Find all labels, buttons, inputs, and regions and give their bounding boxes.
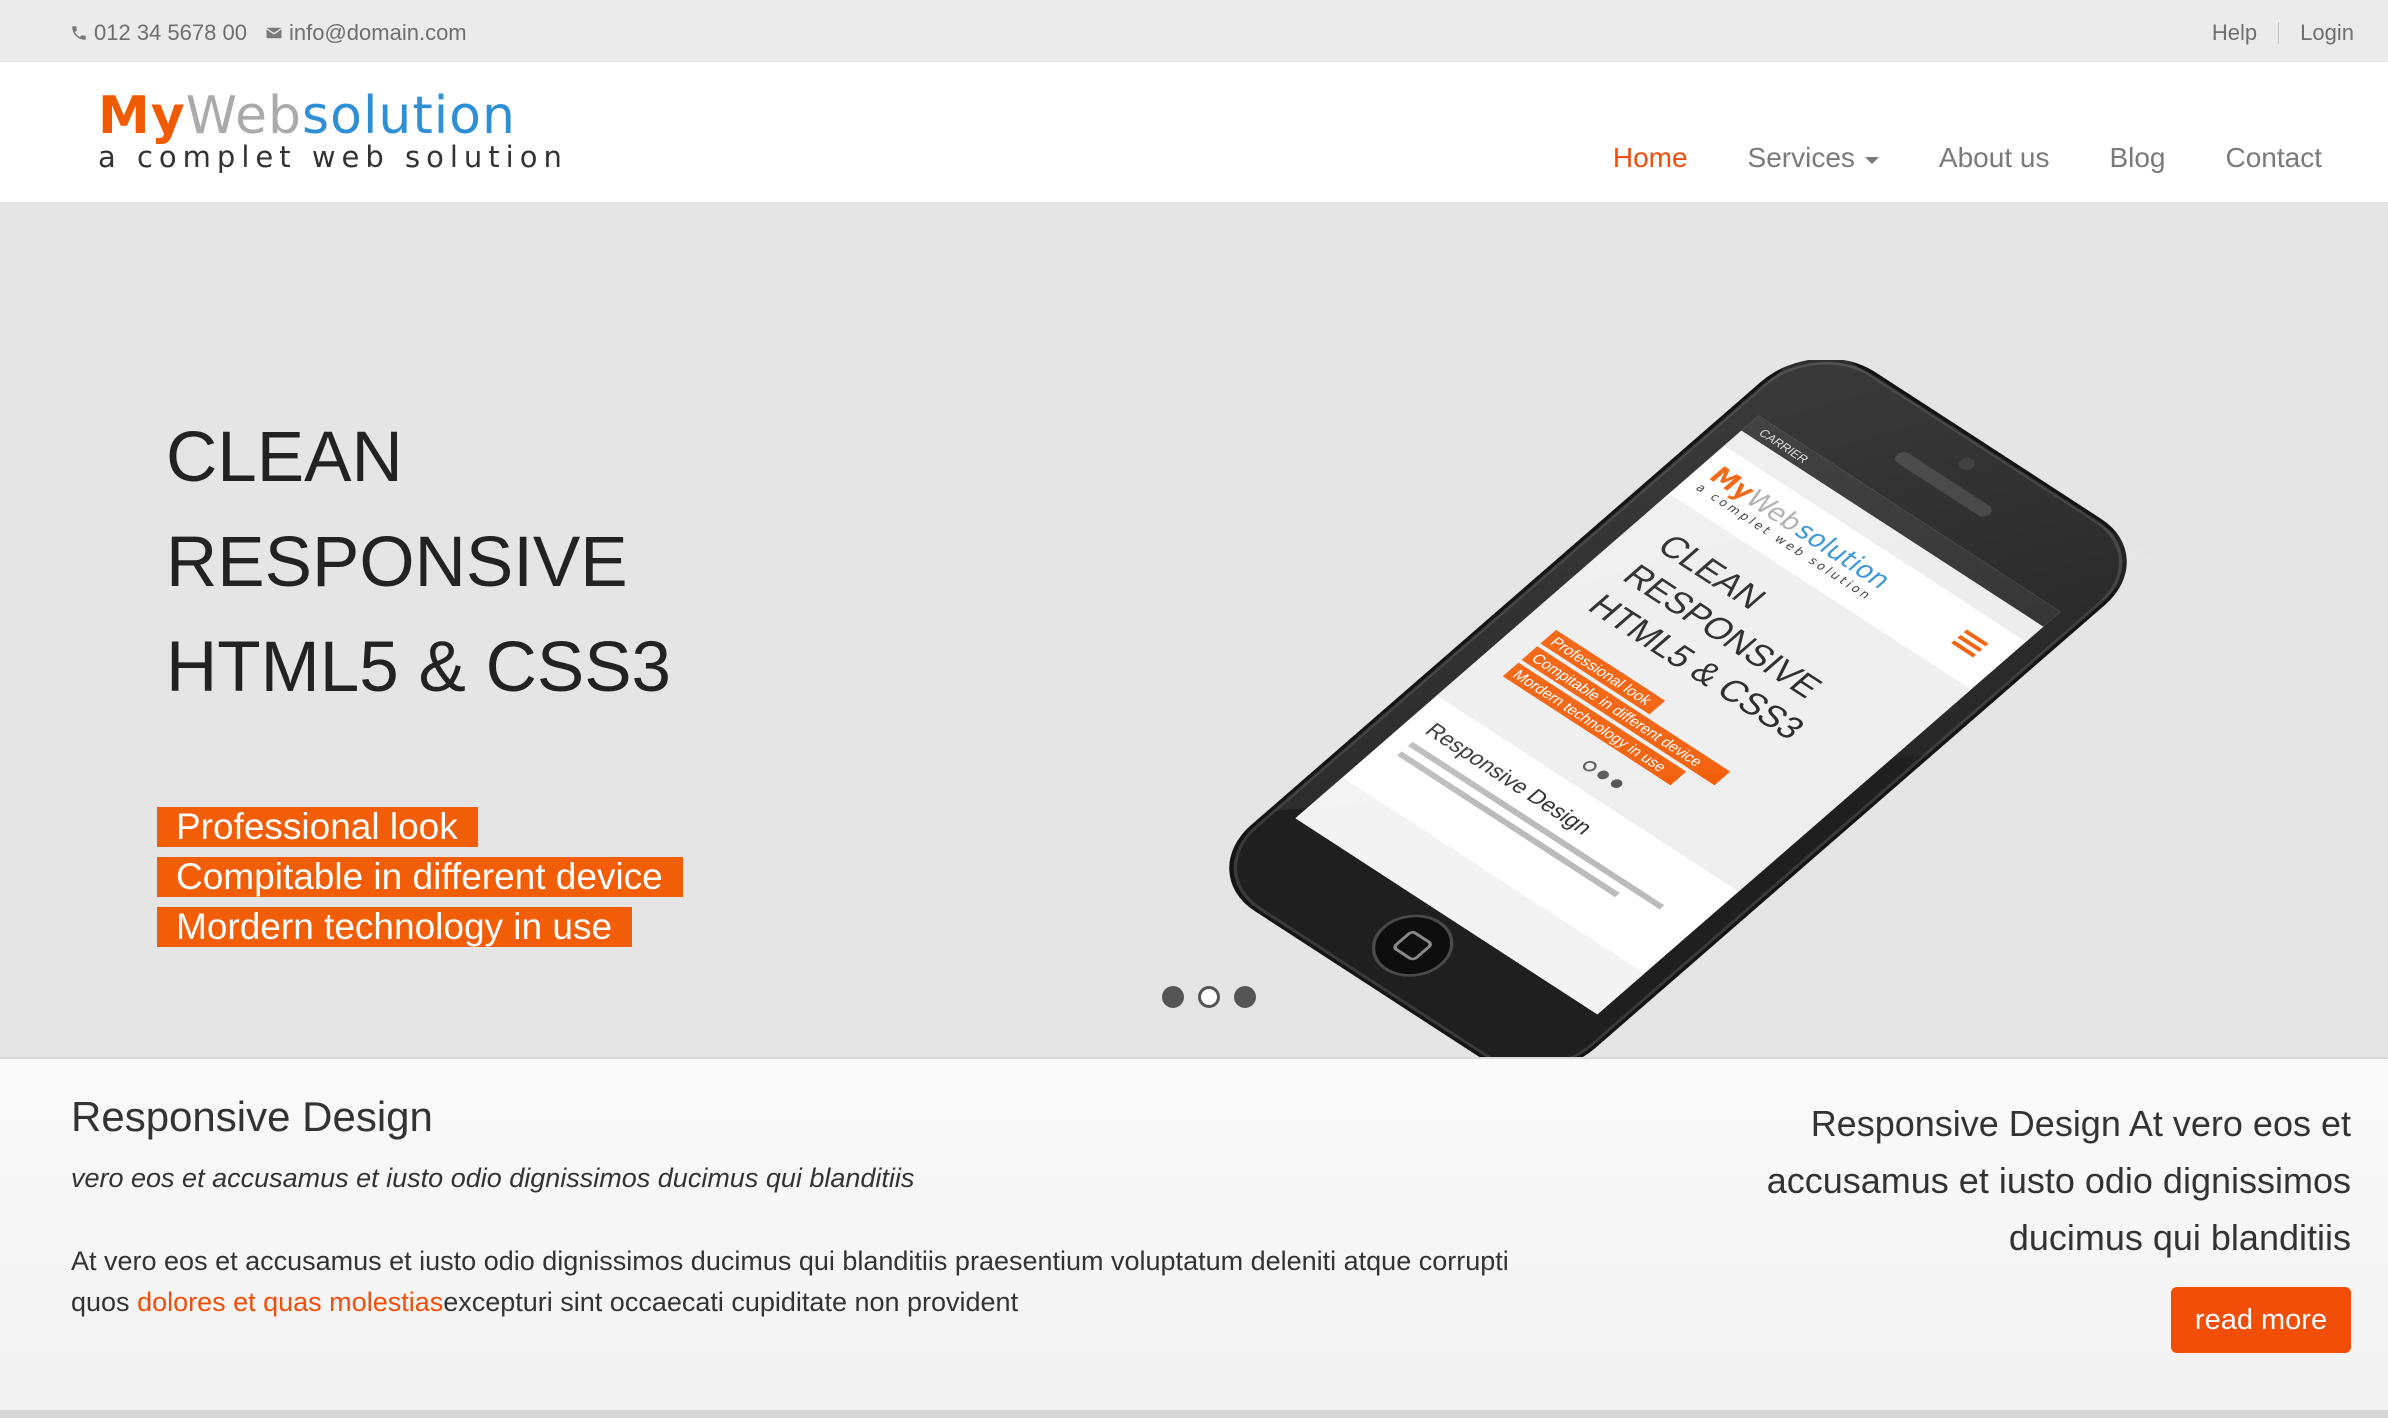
smartphone-image: CARRIER My Web solution a complet web so… (1229, 360, 2152, 1057)
feature-tag: Professional look (157, 807, 478, 847)
headline-line: RESPONSIVE (166, 523, 628, 602)
main-nav: Home Services About us Blog Contact (1553, 142, 2322, 174)
section-body: At vero eos et accusamus et iusto odio d… (71, 1241, 1531, 1323)
logo-web: Web (185, 86, 303, 146)
body-text-end: excepturi sint occaecati cupiditate non … (443, 1287, 1019, 1317)
slide-dot-active[interactable] (1198, 986, 1220, 1008)
nav-services[interactable]: Services (1748, 142, 1879, 174)
site-logo[interactable]: MyWebsolution a complet web solution (98, 86, 562, 178)
phone-icon (72, 26, 86, 40)
logo-wordmark: MyWebsolution (98, 86, 516, 146)
hero-headline: CLEAN RESPONSIVE HTML5 & CSS3 (166, 405, 671, 720)
section-subtitle: vero eos et accusamus et iusto odio dign… (71, 1163, 915, 1193)
headline-line: CLEAN (166, 418, 403, 497)
phone-contact: 012 34 5678 00 (70, 20, 247, 46)
nav-about[interactable]: About us (1939, 142, 2050, 174)
callout-text: Responsive Design At vero eos et accusam… (1766, 1103, 2351, 1258)
site-header: MyWebsolution a complet web solution Hom… (0, 62, 2388, 202)
nav-contact[interactable]: Contact (2226, 142, 2323, 174)
nav-blog[interactable]: Blog (2109, 142, 2165, 174)
hero-slider: CLEAN RESPONSIVE HTML5 & CSS3 Profession… (0, 202, 2388, 1057)
feature-tag: Compitable in different device (157, 857, 683, 897)
help-link[interactable]: Help (2212, 20, 2257, 46)
body-link[interactable]: dolores et quas molestias (137, 1287, 443, 1317)
headline-line: HTML5 & CSS3 (166, 628, 672, 707)
phone-number: 012 34 5678 00 (94, 20, 247, 45)
account-links: Help Login (2212, 20, 2354, 46)
logo-tagline: a complet web solution (98, 140, 568, 174)
logo-solution: solution (302, 86, 516, 146)
nav-services-label: Services (1747, 142, 1855, 173)
feature-tags: Professional look Compitable in differen… (157, 807, 683, 957)
feature-tag: Mordern technology in use (157, 907, 633, 947)
slider-pagination (1162, 986, 1256, 1008)
read-more-button[interactable]: read more (2171, 1287, 2351, 1353)
envelope-icon (266, 27, 282, 39)
nav-home[interactable]: Home (1613, 142, 1688, 174)
feature-section: Responsive Design vero eos et accusamus … (0, 1057, 2388, 1412)
top-contact-bar: 012 34 5678 00 info@domain.com Help Logi… (0, 0, 2388, 62)
chevron-down-icon (1864, 156, 1879, 164)
footer-divider (0, 1410, 2388, 1418)
email-contact[interactable]: info@domain.com (265, 20, 467, 46)
email-address[interactable]: info@domain.com (289, 20, 467, 46)
slide-dot[interactable] (1162, 986, 1184, 1008)
link-divider (2278, 22, 2280, 44)
logo-my: My (98, 86, 186, 146)
section-title: Responsive Design (71, 1093, 433, 1140)
login-link[interactable]: Login (2300, 20, 2354, 46)
slide-dot[interactable] (1234, 986, 1256, 1008)
